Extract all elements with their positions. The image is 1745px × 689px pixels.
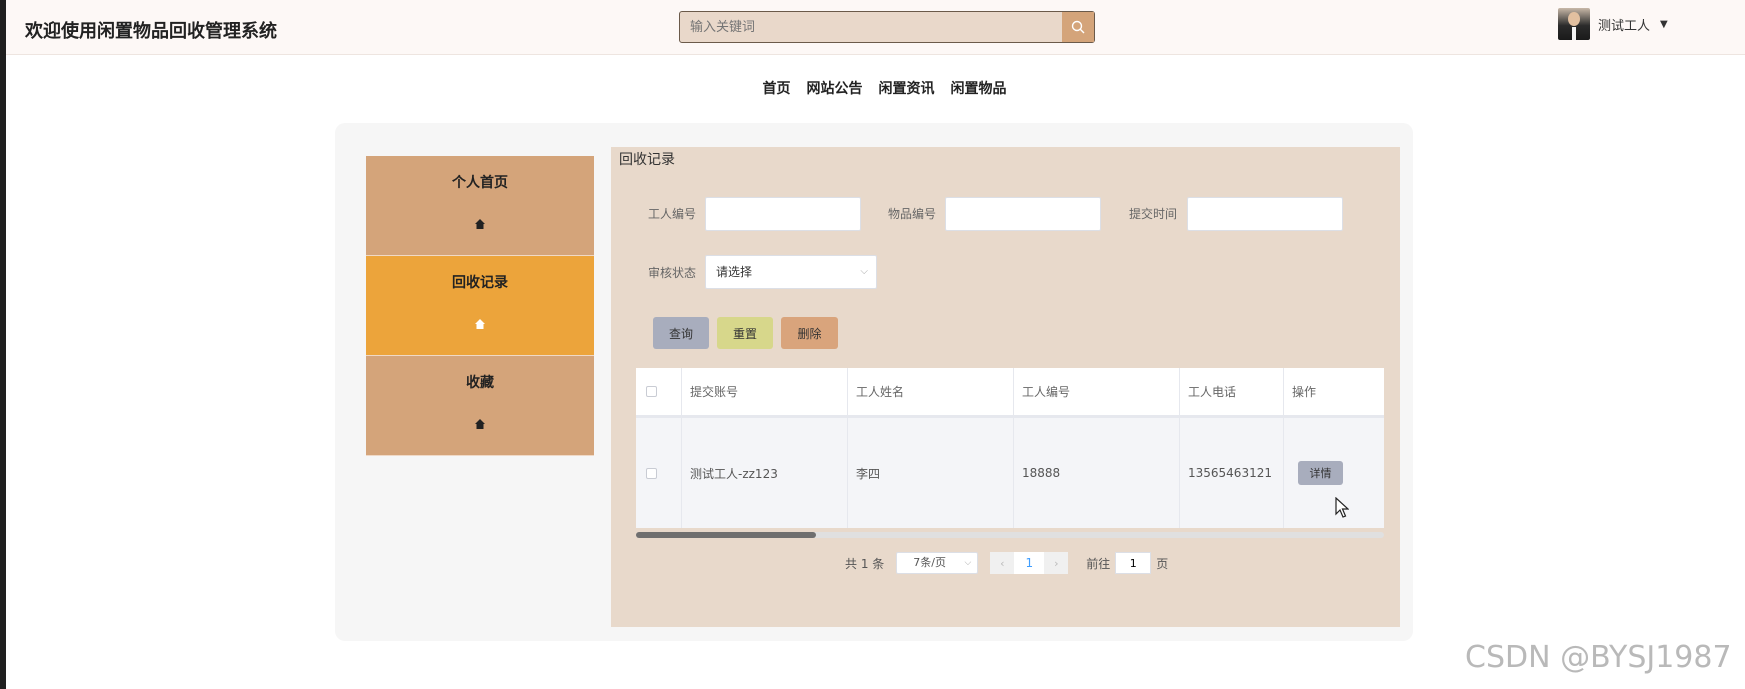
content-area: 回收记录 工人编号 物品编号 提交时间 审核状态 请选择 ⌵ 查询 重置 删除 … <box>611 147 1400 627</box>
search-box <box>679 11 1095 43</box>
item-no-label: 物品编号 <box>888 207 937 221</box>
sidebar-item-label: 回收记录 <box>452 275 508 291</box>
nav-item-home[interactable]: 首页 <box>763 78 791 98</box>
status-label: 审核状态 <box>648 266 697 280</box>
sidebar-item-label: 个人首页 <box>452 175 508 191</box>
select-all-checkbox[interactable] <box>646 386 657 397</box>
select-all-cell <box>636 368 682 415</box>
page-suffix-label: 页 <box>1156 556 1169 571</box>
user-menu[interactable]: 测试工人 ▼ <box>1558 4 1668 44</box>
records-table: 提交账号 工人姓名 工人编号 工人电话 操作 测试工人-zz123 李四 188… <box>636 368 1384 528</box>
search-button[interactable] <box>1062 12 1094 42</box>
column-header: 工人编号 <box>1014 368 1180 415</box>
site-title: 欢迎使用闲置物品回收管理系统 <box>25 21 277 42</box>
worker-no-label: 工人编号 <box>648 207 697 221</box>
detail-button[interactable]: 详情 <box>1298 461 1343 485</box>
home-icon <box>475 419 485 429</box>
page-size-select[interactable]: 7条/页 ⌵ <box>896 552 979 574</box>
nav-item-announcements[interactable]: 网站公告 <box>807 78 863 98</box>
page-size-value: 7条/页 <box>913 556 946 569</box>
cell-worker-no: 18888 <box>1014 418 1180 528</box>
chevron-down-icon: ⌵ <box>964 558 972 568</box>
column-header: 工人电话 <box>1180 368 1284 415</box>
nav-item-news[interactable]: 闲置资讯 <box>879 78 935 98</box>
chevron-left-icon: ‹ <box>1000 556 1005 570</box>
next-page-button[interactable]: › <box>1044 552 1069 574</box>
top-header: 欢迎使用闲置物品回收管理系统 测试工人 ▼ <box>6 0 1745 55</box>
query-button[interactable]: 查询 <box>653 317 709 349</box>
submit-time-input[interactable] <box>1187 197 1343 231</box>
table-header: 提交账号 工人姓名 工人编号 工人电话 操作 <box>636 368 1384 418</box>
sidebar-item-profile[interactable]: 个人首页 <box>366 156 594 256</box>
cell-actions: 详情 <box>1284 418 1384 528</box>
prev-page-button[interactable]: ‹ <box>990 552 1015 574</box>
row-select-cell <box>636 418 682 528</box>
table-row: 测试工人-zz123 李四 18888 13565463121 详情 <box>636 418 1384 528</box>
sidebar-item-label: 收藏 <box>466 375 494 391</box>
avatar <box>1558 8 1590 40</box>
home-icon <box>475 319 485 329</box>
main-nav: 首页 网站公告 闲置资讯 闲置物品 <box>0 78 1745 98</box>
scrollbar-thumb[interactable] <box>636 532 816 538</box>
cell-account: 测试工人-zz123 <box>682 418 848 528</box>
goto-page-input[interactable] <box>1115 552 1152 574</box>
reset-button[interactable]: 重置 <box>717 317 773 349</box>
delete-button[interactable]: 删除 <box>781 317 838 349</box>
user-name: 测试工人 <box>1598 18 1651 34</box>
item-no-input[interactable] <box>945 197 1101 231</box>
column-header: 工人姓名 <box>848 368 1014 415</box>
nav-item-items[interactable]: 闲置物品 <box>951 78 1007 98</box>
pagination: 共 1 条 7条/页 ⌵ ‹ 1 › 前往 页 <box>845 552 1168 574</box>
caret-down-icon: ▼ <box>1660 18 1668 30</box>
column-header: 提交账号 <box>682 368 848 415</box>
sidebar: 个人首页 回收记录 收藏 <box>366 156 594 456</box>
column-header: 操作 <box>1292 385 1317 399</box>
cell-worker-name: 李四 <box>848 418 1014 528</box>
status-select[interactable]: 请选择 ⌵ <box>705 255 877 289</box>
goto-label: 前往 <box>1086 556 1111 571</box>
worker-no-input[interactable] <box>705 197 861 231</box>
pager-total: 共 1 条 <box>845 556 885 571</box>
search-icon <box>1071 20 1085 34</box>
home-icon <box>475 219 485 229</box>
page-title: 回收记录 <box>619 152 675 168</box>
mouse-cursor-icon <box>1335 497 1349 518</box>
search-input[interactable] <box>680 12 1061 42</box>
cell-phone: 13565463121 <box>1180 418 1284 528</box>
chevron-right-icon: › <box>1054 556 1059 570</box>
submit-time-label: 提交时间 <box>1129 207 1178 221</box>
status-select-value: 请选择 <box>716 265 753 279</box>
watermark: CSDN @BYSJ1987 <box>1465 640 1732 675</box>
sidebar-item-favorites[interactable]: 收藏 <box>366 356 594 456</box>
chevron-down-icon: ⌵ <box>860 266 868 277</box>
sidebar-item-recycle-records[interactable]: 回收记录 <box>366 256 594 356</box>
window-edge <box>0 0 6 689</box>
page-number-current[interactable]: 1 <box>1014 552 1045 574</box>
row-checkbox[interactable] <box>646 467 657 479</box>
horizontal-scrollbar[interactable] <box>636 532 1384 538</box>
